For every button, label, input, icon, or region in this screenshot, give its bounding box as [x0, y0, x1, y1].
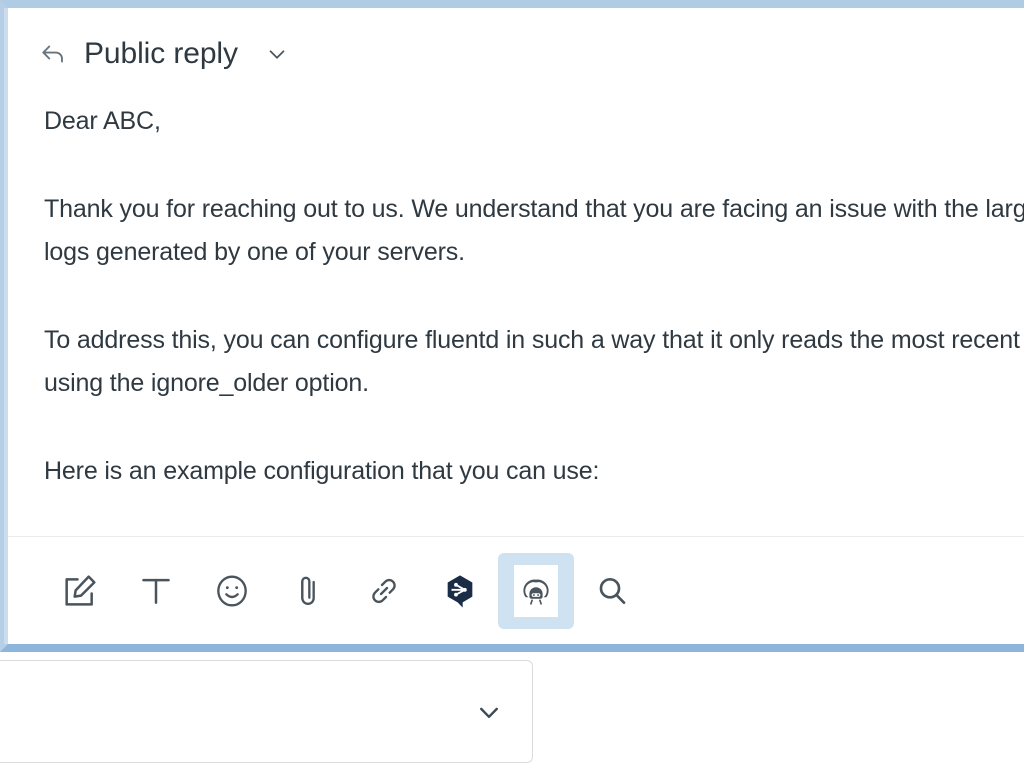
message-paragraph: To address this, you can configure fluen…	[44, 326, 1024, 397]
text-format-icon	[136, 571, 176, 611]
bot-avatar-button[interactable]	[498, 552, 574, 629]
search-icon	[592, 571, 632, 611]
reply-arrow-icon	[38, 39, 68, 69]
compose-note-button[interactable]	[42, 553, 118, 629]
composer-channel-header[interactable]: Public reply	[8, 8, 1024, 100]
attachment-icon	[288, 571, 328, 611]
link-icon	[364, 571, 404, 611]
message-paragraph: Here is an example configuration that yo…	[44, 457, 600, 485]
chevron-down-icon[interactable]	[264, 41, 290, 67]
message-paragraph: Thank you for reaching out to us. We und…	[44, 195, 1024, 266]
text-format-button[interactable]	[118, 553, 194, 629]
macro-select[interactable]	[0, 660, 533, 763]
message-paragraph: Dear ABC,	[44, 107, 161, 135]
emoji-icon	[212, 571, 252, 611]
emoji-button[interactable]	[194, 553, 270, 629]
composer-toolbar	[8, 536, 1024, 644]
channel-label: Public reply	[84, 37, 238, 70]
attachment-button[interactable]	[270, 553, 346, 629]
reply-composer-panel[interactable]: Public reply Dear ABC, Thank you for rea…	[0, 0, 1024, 652]
app-badge-button[interactable]	[422, 553, 498, 629]
search-button[interactable]	[574, 553, 650, 629]
compose-note-icon	[60, 571, 100, 611]
bot-avatar-icon	[514, 564, 558, 617]
link-button[interactable]	[346, 553, 422, 629]
app-badge-icon	[440, 571, 480, 611]
message-body[interactable]: Dear ABC, Thank you for reaching out to …	[8, 100, 1024, 536]
chevron-down-icon[interactable]	[472, 695, 506, 729]
